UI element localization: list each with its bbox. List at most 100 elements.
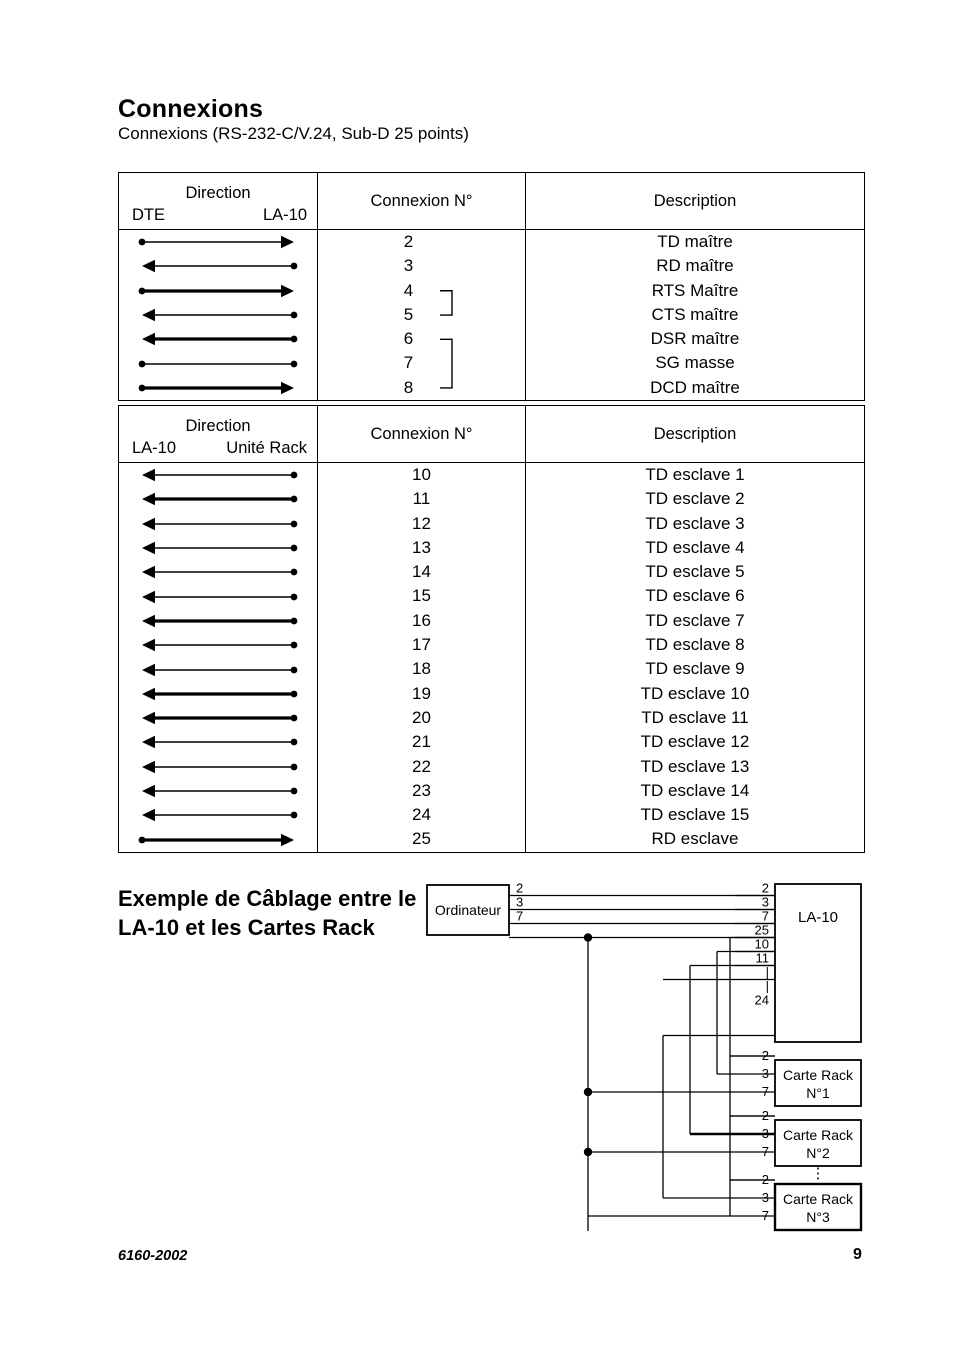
arrow-row (119, 376, 317, 400)
direction-arrow-right (138, 284, 294, 297)
arrow-row (119, 536, 317, 560)
connexion-number: 20 (412, 707, 431, 727)
connexion-number: 2 (403, 232, 414, 251)
direction-arrow-left (142, 493, 298, 506)
arrow-row (119, 609, 317, 633)
connexion-number: 6 (403, 329, 414, 349)
connexion-number: 17 (412, 635, 431, 655)
direction-arrow-left (142, 468, 298, 482)
page-title: Connexions (118, 94, 264, 123)
header-description-rack: Description (525, 405, 865, 463)
direction-arrow-left (142, 333, 298, 346)
arrow-row (119, 487, 317, 511)
rack-3-pin-7: 7 (762, 1208, 769, 1223)
rack-2-label-line1: Carte Rack (783, 1127, 854, 1143)
arrow-row (119, 279, 317, 303)
description-list-rack: TD esclave 1 TD esclave 2 TD esclave 3 TD e… (526, 463, 864, 852)
arrow-row (119, 706, 317, 730)
header-description-label: Description (653, 191, 737, 210)
rack-3-label-line2: N°3 (806, 1209, 830, 1225)
connexion-number: 14 (412, 562, 431, 582)
direction-arrow-left (142, 614, 298, 628)
connexion-description: TD esclave 9 (645, 659, 745, 679)
arrow-list-rack (119, 463, 317, 852)
connexion-description: RD maître (656, 256, 734, 276)
la10-pin-2: 7 (762, 909, 769, 924)
arrow-row (119, 755, 317, 779)
connections-table-dte: Direction DTE LA-10 Connexion N° Descrip… (118, 172, 865, 402)
diagram-box (774, 883, 862, 1043)
connexion-description: TD esclave 12 (640, 732, 750, 752)
arrow-row (119, 351, 317, 375)
direction-arrow-left (142, 687, 298, 701)
connexion-description: DSR maître (650, 329, 740, 349)
junction-dot (583, 1147, 593, 1157)
connections-table-rack: Direction LA-10 Unité Rack Connexion N° … (118, 405, 865, 853)
rack-2-pin-3: 3 (762, 1126, 769, 1141)
direction-arrow-left (142, 541, 298, 555)
connexion-description: TD esclave 6 (645, 586, 745, 606)
direction-arrow-left (142, 639, 298, 652)
direction-arrow-left (142, 736, 298, 749)
direction-arrow-right (138, 235, 294, 249)
connexion-description: TD esclave 15 (640, 805, 750, 825)
footer-document-code: 6160-2002 (118, 1248, 188, 1264)
connexion-number: 11 (412, 489, 431, 509)
rack-3-label-line1: Carte Rack (783, 1191, 854, 1207)
la10-pin-8: 24 (755, 993, 769, 1008)
rack-1-label-line2: N°1 (806, 1085, 830, 1101)
connexion-number: 4 (403, 280, 414, 300)
connexion-number: 23 (412, 780, 431, 800)
connexion-numbers-cell-dte: 2 3 4 5 6 7 8 (317, 228, 526, 402)
connexion-numbers-cell-rack: 10 11 12 13 14 15 16 17 18 19 20 21 22 23 24 25 (317, 462, 526, 853)
description-cell-dte: TD maître RD maître RTS Maître CTS maître DS… (525, 228, 865, 402)
connexion-number: 5 (403, 304, 414, 324)
table-header-row: Direction DTE LA-10 Connexion N° Descrip… (118, 172, 865, 230)
table-header-row: Direction LA-10 Unité Rack Connexion N° … (118, 405, 865, 463)
la10-pin-3: 25 (755, 923, 769, 938)
connexion-description: TD esclave 11 (641, 707, 749, 727)
connexion-number: 15 (412, 586, 431, 606)
arrow-row (119, 254, 317, 278)
header-direction-to: Unité Rack (226, 438, 307, 457)
connexion-description: TD esclave 14 (640, 780, 750, 800)
header-direction-from: DTE (132, 205, 165, 224)
header-direction-label: Direction (185, 416, 251, 435)
direction-arrow-right (138, 381, 294, 395)
arrow-row (119, 512, 317, 536)
connexion-number: 22 (412, 756, 431, 776)
connexion-number: 25 (412, 829, 431, 849)
connexion-number: 7 (403, 353, 414, 373)
arrow-row (119, 803, 317, 827)
page-subtitle: Connexions (RS-232-C/V.24, Sub-D 25 poin… (118, 124, 469, 143)
arrow-row (119, 560, 317, 584)
connexion-number: 24 (412, 805, 431, 825)
header-connexion-label: Connexion N° (370, 191, 473, 210)
arrow-row (119, 633, 317, 657)
arrow-list-dte (119, 230, 317, 400)
arrow-row (119, 303, 317, 327)
direction-arrows-cell-dte (118, 228, 318, 402)
connexion-description: TD esclave 4 (645, 537, 745, 557)
connexion-description: RTS Maître (651, 280, 739, 300)
rack-1-pin-7: 7 (762, 1084, 769, 1099)
header-description-label: Description (653, 424, 737, 443)
header-direction-rack: Direction LA-10 Unité Rack (118, 405, 318, 463)
connexion-description: TD maître (657, 232, 733, 251)
rack-1-pin-3: 3 (762, 1066, 769, 1081)
junction-dot (583, 1087, 593, 1097)
header-direction-to: LA-10 (262, 205, 307, 224)
connexion-number: 18 (412, 659, 431, 679)
connexion-description: SG masse (655, 353, 735, 373)
connexion-number: 8 (403, 377, 414, 397)
connexion-description: TD esclave 5 (645, 562, 745, 582)
connexion-description: TD esclave 2 (645, 489, 745, 509)
rack-2-pin-2: 2 (762, 1108, 769, 1123)
number-list-dte: 2 3 4 5 6 7 8 (318, 230, 525, 400)
la10-pin-1: 3 (762, 895, 769, 910)
direction-arrows-cell-rack (118, 462, 318, 853)
footer-page-number: 9 (853, 1246, 862, 1263)
direction-arrow-none (138, 360, 298, 368)
connexion-description: DCD maître (650, 377, 740, 397)
direction-arrow-left (142, 566, 298, 579)
